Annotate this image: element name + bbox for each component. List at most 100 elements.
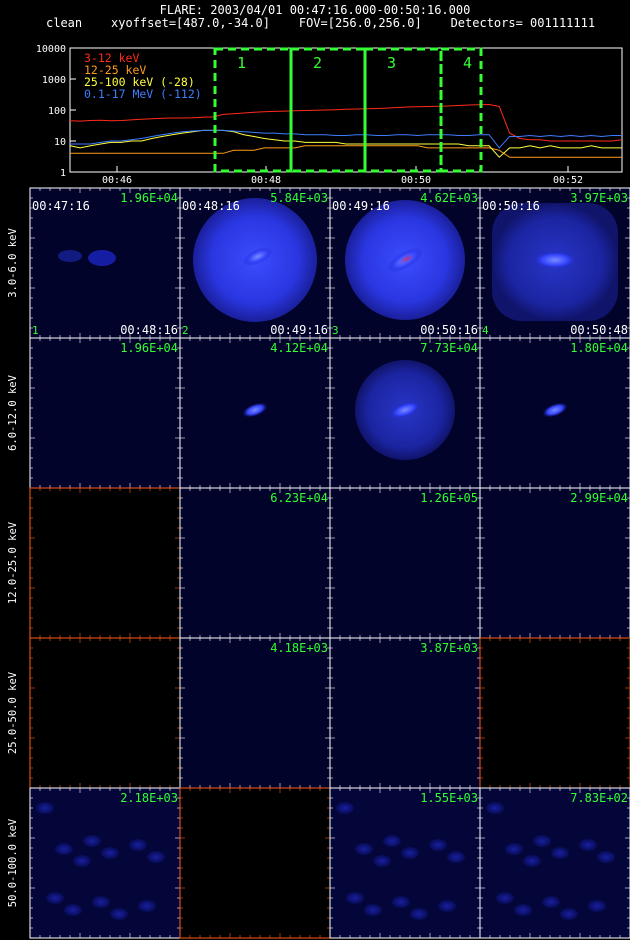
image-cell: 3.97E+03 00:50:16 00:50:48 4 — [479, 187, 630, 339]
noise-blob — [551, 847, 569, 859]
image-max-value: 5.84E+03 — [270, 191, 328, 205]
image-frame — [179, 637, 331, 789]
image-max-value: 1.96E+04 — [120, 341, 178, 355]
x-tick-label: 00:50 — [401, 175, 431, 185]
noise-blob — [542, 896, 560, 908]
noise-blob — [588, 900, 606, 912]
noise-blob — [73, 855, 91, 867]
image-cell: 1.26E+05 — [329, 487, 481, 639]
source-core — [533, 251, 577, 269]
image-cell — [29, 637, 181, 789]
noise-blob — [514, 904, 532, 916]
image-frame — [29, 337, 181, 489]
image-max-value: 4.62E+03 — [420, 191, 478, 205]
interval-start-time: 00:48:16 — [182, 199, 240, 213]
noise-blob — [533, 835, 551, 847]
energy-band-label: 12.0-25.0 keV — [7, 521, 19, 604]
energy-band-label: 6.0-12.0 keV — [7, 374, 19, 451]
image-grid: 3.0-6.0 keV 1.96E+04 00:47:16 00:48:16 1 5.84… — [7, 187, 630, 939]
y-tick-label: 100 — [48, 106, 66, 117]
energy-band-label: 25.0-50.0 keV — [7, 671, 19, 754]
image-cell: 4.18E+03 — [179, 637, 331, 789]
interval-label: 1 — [237, 54, 246, 72]
image-cell — [29, 487, 181, 639]
noise-blob — [505, 843, 523, 855]
noise-blob — [92, 896, 110, 908]
energy-band-label: 3.0-6.0 keV — [7, 228, 19, 298]
image-frame — [479, 487, 630, 639]
image-cell — [479, 637, 630, 789]
legend-entry: 0.1-17 MeV (-112) — [84, 87, 202, 101]
image-frame — [479, 637, 630, 789]
plot-parameters: clean xyoffset=[487.0,-34.0] FOV=[256.0,… — [46, 16, 596, 30]
noise-blob — [597, 851, 615, 863]
noise-blob — [364, 904, 382, 916]
image-max-value: 1.26E+05 — [420, 491, 478, 505]
image-cell: 3.87E+03 — [329, 637, 481, 789]
image-max-value: 7.73E+04 — [420, 341, 478, 355]
interval-label: 2 — [313, 54, 322, 72]
image-cell: 2.18E+03 — [29, 787, 181, 939]
noise-blob — [373, 855, 391, 867]
noise-blob — [496, 892, 514, 904]
noise-blob — [429, 839, 447, 851]
image-frame — [179, 487, 331, 639]
interval-index: 1 — [32, 324, 39, 337]
image-cell: 1.96E+04 — [29, 337, 181, 489]
interval-end-time: 00:49:16 — [270, 323, 328, 337]
image-cell: 7.73E+04 — [329, 337, 481, 489]
interval-index: 4 — [482, 324, 489, 337]
source-blob — [88, 250, 116, 266]
interval-label: 3 — [387, 54, 396, 72]
image-cell — [179, 787, 331, 939]
image-max-value: 1.80E+04 — [570, 341, 628, 355]
y-tick-label: 10000 — [36, 44, 66, 55]
image-max-value: 6.23E+04 — [270, 491, 328, 505]
noise-blob — [129, 839, 147, 851]
image-frame — [179, 787, 331, 939]
interval-end-time: 00:50:48 — [570, 323, 628, 337]
image-max-value: 2.99E+04 — [570, 491, 628, 505]
image-cell: 7.83E+02 — [479, 787, 630, 939]
noise-blob — [147, 851, 165, 863]
image-max-value: 4.18E+03 — [270, 641, 328, 655]
image-cell: 5.84E+03 00:48:16 00:49:16 2 — [179, 187, 331, 339]
interval-index: 2 — [182, 324, 189, 337]
image-max-value: 4.12E+04 — [270, 341, 328, 355]
noise-blob — [401, 847, 419, 859]
noise-blob — [55, 843, 73, 855]
image-frame — [329, 637, 481, 789]
noise-blob — [336, 802, 354, 814]
energy-band-label: 50.0-100.0 keV — [7, 818, 19, 907]
image-max-value: 3.97E+03 — [570, 191, 628, 205]
source-blob — [58, 250, 82, 262]
noise-blob — [383, 835, 401, 847]
image-cell: 2.99E+04 — [479, 487, 630, 639]
image-max-value: 1.55E+03 — [420, 791, 478, 805]
image-frame — [29, 487, 181, 639]
image-max-value: 3.87E+03 — [420, 641, 478, 655]
noise-blob — [579, 839, 597, 851]
x-tick-label: 00:52 — [553, 175, 583, 185]
image-cell: 1.96E+04 00:47:16 00:48:16 1 — [29, 187, 181, 339]
x-tick-label: 00:48 — [251, 175, 281, 185]
interval-start-time: 00:49:16 — [332, 199, 390, 213]
noise-blob — [101, 847, 119, 859]
interval-start-time: 00:47:16 — [32, 199, 90, 213]
interval-index: 3 — [332, 324, 339, 337]
image-cell: 6.23E+04 — [179, 487, 331, 639]
x-tick-label: 00:46 — [102, 175, 132, 185]
image-frame — [329, 487, 481, 639]
image-cell: 4.12E+04 — [179, 337, 331, 489]
y-tick-label: 1 — [60, 168, 66, 179]
noise-blob — [523, 855, 541, 867]
noise-blob — [36, 802, 54, 814]
noise-blob — [138, 900, 156, 912]
image-max-value: 2.18E+03 — [120, 791, 178, 805]
image-max-value: 7.83E+02 — [570, 791, 628, 805]
noise-blob — [438, 900, 456, 912]
image-cell: 1.80E+04 — [479, 337, 630, 489]
image-max-value: 1.96E+04 — [120, 191, 178, 205]
image-frame — [29, 637, 181, 789]
image-cell: 4.62E+03 00:49:16 00:50:16 3 — [329, 187, 481, 339]
